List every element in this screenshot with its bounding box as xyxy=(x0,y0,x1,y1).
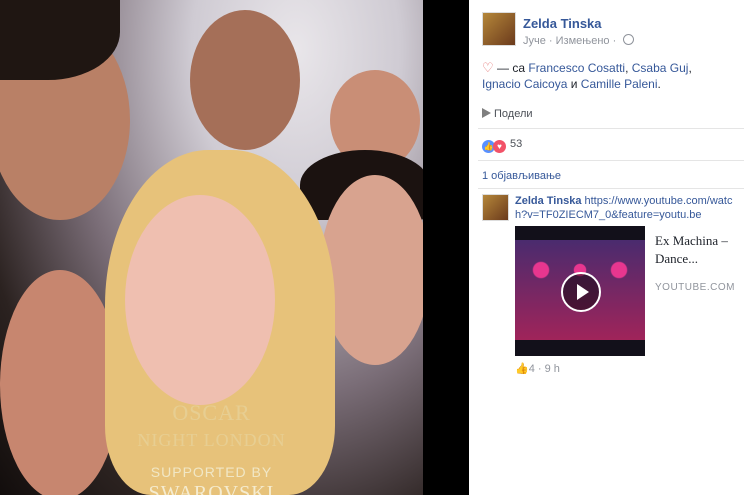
card-host: YOUTUBE.COM xyxy=(655,282,735,293)
photo-overlay-text: SUPPORTED BY xyxy=(150,464,273,480)
avatar[interactable] xyxy=(482,12,516,46)
comment-body: Zelda Tinska https://www.youtube.com/wat… xyxy=(515,194,737,222)
share-button[interactable]: Подели xyxy=(482,108,533,120)
globe-icon[interactable] xyxy=(623,34,635,45)
tagged-person[interactable]: Camille Paleni xyxy=(581,77,658,91)
person-face xyxy=(0,270,120,495)
divider xyxy=(478,128,744,129)
person-face xyxy=(125,195,275,405)
and-word: и xyxy=(570,77,578,91)
play-icon[interactable] xyxy=(561,272,601,312)
reaction-summary[interactable]: 👍 ♥ 53 xyxy=(482,138,522,153)
post-meta: Јуче · Измењено · xyxy=(523,34,635,47)
tagged-person[interactable]: Csaba Guj xyxy=(632,61,689,75)
thumbs-up-icon[interactable]: 👍 xyxy=(515,363,529,375)
person-face xyxy=(320,175,423,365)
reaction-count: 53 xyxy=(510,138,523,150)
photo-overlay-text: SWAROVSKI xyxy=(148,482,275,495)
share-label: Подели xyxy=(494,108,533,120)
photo: OSCAR NIGHT LONDON SUPPORTED BY SWAROVSK… xyxy=(0,0,423,495)
photo-overlay-text: OSCAR xyxy=(172,400,251,425)
link-preview-card[interactable]: Ex Machina – Dance... YOUTUBE.COM xyxy=(515,226,737,356)
comment-time[interactable]: 9 h xyxy=(545,363,560,375)
comment-likes[interactable]: 4 xyxy=(529,363,535,375)
divider xyxy=(478,160,744,161)
edited-label[interactable]: Измењено xyxy=(556,35,610,47)
video-thumbnail[interactable] xyxy=(515,226,645,356)
post-time[interactable]: Јуче xyxy=(523,35,546,47)
share-icon xyxy=(482,108,491,118)
person-face xyxy=(190,10,300,150)
heart-icon: ♡ xyxy=(482,60,494,75)
love-icon: ♥ xyxy=(493,140,506,153)
comment-footer: 👍4 · 9 h xyxy=(515,363,560,375)
replies-link[interactable]: 1 објављивање xyxy=(482,170,561,182)
comment-avatar[interactable] xyxy=(482,194,509,221)
post-text: ♡ — са Francesco Cosatti, Csaba Guj, Ign… xyxy=(482,60,692,91)
post-sidebar: Zelda Tinska Јуче · Измењено · ♡ — са Fr… xyxy=(469,0,744,495)
tagged-person[interactable]: Francesco Cosatti xyxy=(528,61,625,75)
post-text-prefix: — са xyxy=(497,61,526,75)
author-name[interactable]: Zelda Tinska xyxy=(523,16,602,31)
photo-overlay-text: NIGHT LONDON xyxy=(137,430,286,450)
card-title[interactable]: Ex Machina – Dance... xyxy=(655,232,737,268)
photo-viewer: OSCAR NIGHT LONDON SUPPORTED BY SWAROVSK… xyxy=(0,0,469,495)
divider xyxy=(478,188,744,189)
tagged-person[interactable]: Ignacio Caicoya xyxy=(482,77,567,91)
comment-author[interactable]: Zelda Tinska xyxy=(515,195,581,207)
